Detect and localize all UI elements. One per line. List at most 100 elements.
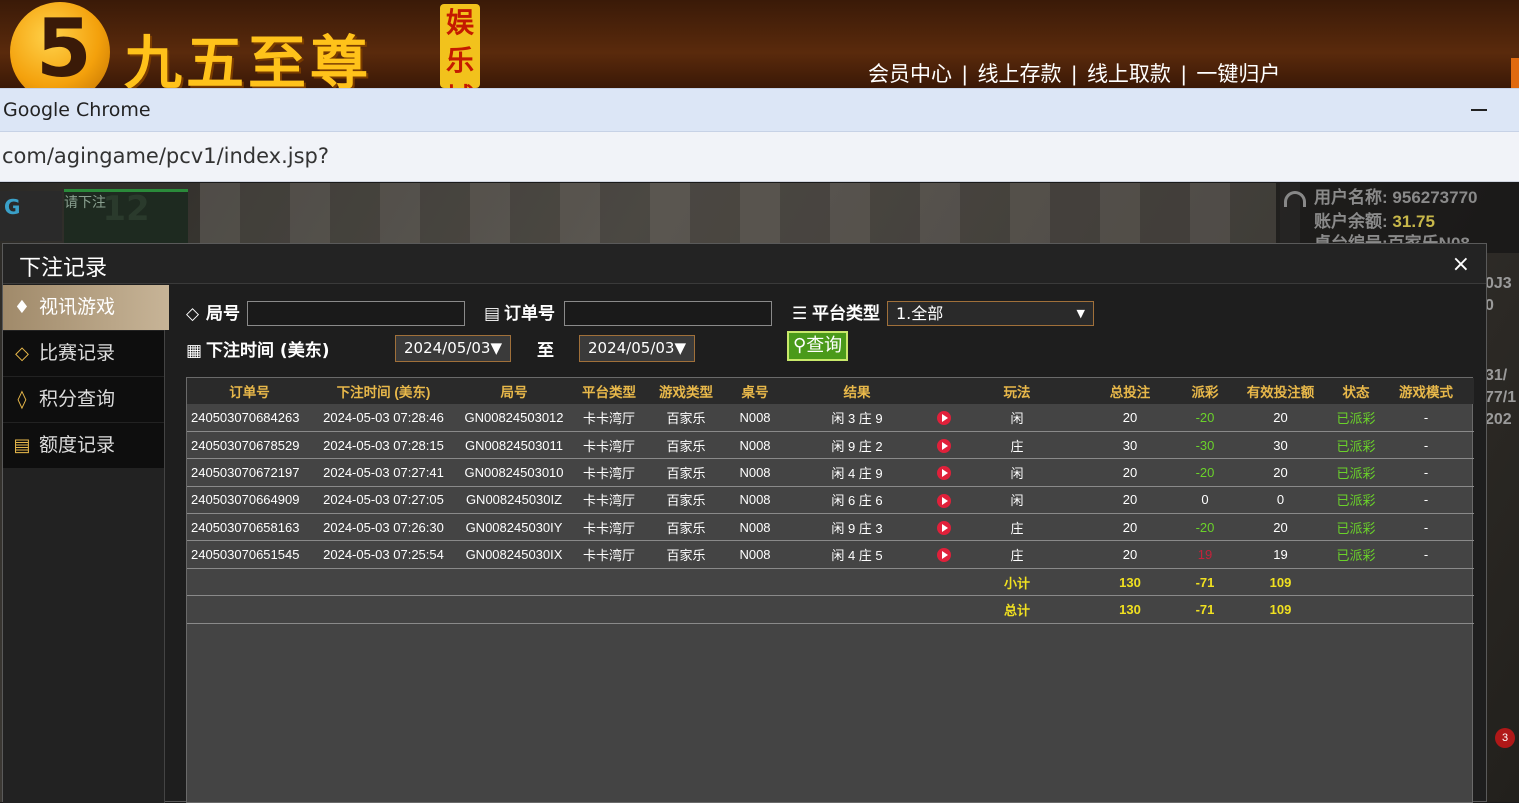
cell-status: 已派彩 xyxy=(1334,458,1378,487)
play-video-icon[interactable] xyxy=(937,493,951,508)
cell-time: 2024-05-03 07:28:15 xyxy=(312,431,455,460)
close-icon[interactable]: × xyxy=(1452,252,1470,277)
cell-order: 240503070651545 xyxy=(187,540,312,569)
search-button-label: 查询 xyxy=(806,335,843,356)
round-input[interactable] xyxy=(247,301,465,326)
date-from-picker[interactable]: 2024/05/03▼ xyxy=(395,335,512,362)
cell-valid-bet: 19 xyxy=(1227,540,1334,569)
cell-table: N008 xyxy=(727,431,783,460)
cell-time: 2024-05-03 07:26:30 xyxy=(312,513,455,542)
round-label-text: 局号 xyxy=(206,304,240,324)
nav-deposit[interactable]: 线上存款 xyxy=(977,63,1061,86)
browser-title: Google Chrome xyxy=(3,99,151,121)
cell-replay[interactable] xyxy=(931,431,957,460)
table-row: 240503070684263 2024-05-03 07:28:46 GN0082… xyxy=(187,404,1474,432)
diamond-icon: ◊ xyxy=(17,389,27,410)
cell-result: 闲 3 庄 9 xyxy=(783,404,931,432)
cell-play: 闲 xyxy=(957,486,1077,515)
nav-one-click-transfer[interactable]: 一键归户 xyxy=(1196,63,1280,86)
cell-result: 闲 4 庄 5 xyxy=(783,540,931,569)
cell-valid-bet: 20 xyxy=(1227,404,1334,432)
platform-select-value: 1.全部 xyxy=(896,304,944,323)
cell-platform: 卡卡湾厅 xyxy=(573,513,645,542)
cell-replay[interactable] xyxy=(931,458,957,487)
play-video-icon[interactable] xyxy=(937,466,951,481)
cell-game-type: 百家乐 xyxy=(645,513,727,542)
cell-total-bet: 20 xyxy=(1077,458,1183,487)
caret-down-icon: ▼ xyxy=(674,339,687,357)
modal-title: 下注记录 xyxy=(19,256,108,281)
bet-time-label: ▦ 下注时间 (美东) xyxy=(186,336,329,361)
col-play: 玩法 xyxy=(957,378,1077,404)
sidebar-item-label: 比赛记录 xyxy=(39,342,116,364)
cell-time: 2024-05-03 07:25:54 xyxy=(312,540,455,569)
order-number-input[interactable] xyxy=(564,301,772,326)
subtotal-label: 小计 xyxy=(957,568,1077,597)
sidebar-item-video-games[interactable]: ♦ 视讯游戏 xyxy=(3,285,169,330)
to-label: 至 xyxy=(537,341,554,361)
modal-sidebar: ♦ 视讯游戏 ◇ 比赛记录 ◊ 积分查询 ▤ 额度记录 xyxy=(3,285,169,803)
cell-round: GN008245030IZ xyxy=(455,486,573,515)
play-video-icon[interactable] xyxy=(937,521,951,536)
cell-table: N008 xyxy=(727,513,783,542)
cell-payout: 19 xyxy=(1183,540,1227,569)
table-stripe xyxy=(200,183,1300,243)
cell-order: 240503070664909 xyxy=(187,486,312,515)
cell-table: N008 xyxy=(727,486,783,515)
cell-payout: -30 xyxy=(1183,431,1227,460)
cell-play: 庄 xyxy=(957,431,1077,460)
total-bet: 130 xyxy=(1077,595,1183,624)
bet-prompt: 请下注 xyxy=(64,194,106,210)
sidebar-item-credit-records[interactable]: ▤ 额度记录 xyxy=(3,423,164,468)
cell-payout: -20 xyxy=(1183,404,1227,432)
nav-separator: | xyxy=(962,63,968,86)
table-header-row: 订单号 下注时间 (美东) 局号 平台类型 游戏类型 桌号 结果 玩法 总投注 … xyxy=(187,378,1474,404)
logo-icon xyxy=(10,2,110,88)
order-label: ▤ 订单号 xyxy=(484,299,555,324)
nav-member-center[interactable]: 会员中心 xyxy=(868,63,952,86)
cell-order: 240503070672197 xyxy=(187,458,312,487)
play-video-icon[interactable] xyxy=(937,411,951,426)
tag-icon: ◇ xyxy=(186,304,200,324)
sidebar-item-match-records[interactable]: ◇ 比赛记录 xyxy=(3,331,164,376)
site-logo-text: 九五至尊 xyxy=(124,29,373,88)
url-bar[interactable]: com/agingame/pcv1/index.jsp? xyxy=(0,132,1519,182)
cell-platform: 卡卡湾厅 xyxy=(573,540,645,569)
cell-result: 闲 9 庄 2 xyxy=(783,431,931,460)
platform-select[interactable]: 1.全部 ▼ xyxy=(887,301,1094,326)
cell-replay[interactable] xyxy=(931,486,957,515)
cell-result: 闲 9 庄 3 xyxy=(783,513,931,542)
banner-edge xyxy=(1511,58,1519,88)
sidebar-item-points-query[interactable]: ◊ 积分查询 xyxy=(3,377,164,422)
round-label: ◇ 局号 xyxy=(186,299,240,324)
cell-game-type: 百家乐 xyxy=(645,458,727,487)
play-video-icon[interactable] xyxy=(937,438,951,453)
bet-record-modal: 下注记录 × ♦ 视讯游戏 ◇ 比赛记录 ◊ 积分查询 ▤ 额度记录 ◇ 局号 ▤… xyxy=(2,243,1487,803)
cell-round: GN008245030IX xyxy=(455,540,573,569)
site-nav: 会员中心 | 线上存款 | 线上取款 | 一键归户 xyxy=(868,58,1280,88)
search-icon: ⚲ xyxy=(793,335,807,356)
bet-time-label-text: 下注时间 (美东) xyxy=(206,341,330,361)
cell-game-type: 百家乐 xyxy=(645,431,727,460)
calendar-icon: ▦ xyxy=(186,341,203,361)
cell-replay[interactable] xyxy=(931,513,957,542)
table-row: 240503070672197 2024-05-03 07:27:41 GN0082… xyxy=(187,458,1474,487)
date-to-picker[interactable]: 2024/05/03▼ xyxy=(579,335,696,362)
subtotal-valid: 109 xyxy=(1227,568,1334,597)
play-video-icon[interactable] xyxy=(937,548,951,563)
url-text: com/agingame/pcv1/index.jsp? xyxy=(2,144,330,168)
cell-game-mode: - xyxy=(1378,431,1474,460)
cell-status: 已派彩 xyxy=(1334,486,1378,515)
search-button[interactable]: ⚲查询 xyxy=(787,331,849,361)
nav-withdraw[interactable]: 线上取款 xyxy=(1087,63,1171,86)
side-number: 0 xyxy=(1485,297,1494,314)
cell-replay[interactable] xyxy=(931,404,957,432)
cell-play: 闲 xyxy=(957,404,1077,432)
cell-game-mode: - xyxy=(1378,458,1474,487)
clipboard-icon: ▤ xyxy=(484,304,501,324)
cell-valid-bet: 20 xyxy=(1227,513,1334,542)
cell-replay[interactable] xyxy=(931,540,957,569)
minimize-icon[interactable] xyxy=(1471,109,1487,111)
col-result: 结果 xyxy=(783,378,931,404)
table-row: 240503070678529 2024-05-03 07:28:15 GN0082… xyxy=(187,431,1474,460)
